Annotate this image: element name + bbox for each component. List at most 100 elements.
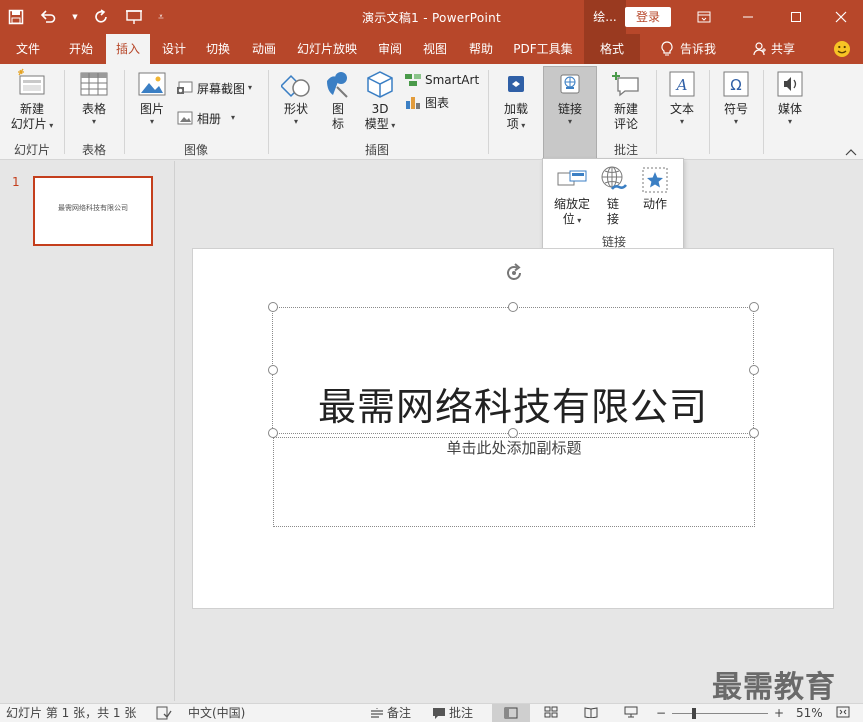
zoom-label-1: 缩放定 bbox=[553, 197, 590, 211]
chevron-down-icon: ▾ bbox=[518, 121, 526, 130]
thumbnail-title-text: 最需网络科技有限公司 bbox=[58, 204, 128, 212]
chevron-down-icon: ▾ bbox=[679, 117, 684, 126]
resize-handle-bottom-left[interactable] bbox=[268, 428, 278, 438]
new-slide-label-2: 幻灯片 ▾ bbox=[10, 117, 54, 131]
shapes-button[interactable]: 形状 ▾ bbox=[276, 68, 316, 127]
watermark: 最需教育 bbox=[712, 670, 836, 705]
zoom-in-button[interactable]: + bbox=[774, 706, 784, 721]
tab-transitions[interactable]: 切换 bbox=[198, 34, 238, 64]
zoom-out-button[interactable]: − bbox=[656, 706, 666, 721]
tab-review[interactable]: 审阅 bbox=[368, 34, 412, 64]
icons-button[interactable]: 图 标 bbox=[320, 68, 356, 132]
resize-handle-bottom[interactable] bbox=[508, 428, 518, 438]
3d-models-label-1: 3D bbox=[371, 102, 389, 116]
zoom-icon bbox=[556, 165, 588, 195]
maximize-button[interactable] bbox=[774, 0, 818, 34]
rotate-handle[interactable] bbox=[503, 262, 525, 284]
notes-button[interactable]: 备注 bbox=[370, 706, 411, 721]
chevron-down-icon: ▾ bbox=[567, 117, 572, 126]
slide-thumbnail-pane: 1 最需网络科技有限公司 bbox=[0, 161, 175, 701]
share-button[interactable]: 共享 bbox=[746, 34, 802, 64]
text-button[interactable]: A 文本 ▾ bbox=[662, 68, 702, 127]
table-button[interactable]: 表格 ▾ bbox=[72, 68, 116, 127]
resize-handle-left[interactable] bbox=[268, 365, 278, 375]
zoom-slider-track[interactable] bbox=[672, 713, 768, 714]
minus-icon: − bbox=[656, 706, 667, 720]
close-icon bbox=[835, 11, 847, 23]
chevron-down-icon: ▾ bbox=[149, 117, 154, 126]
tab-design[interactable]: 设计 bbox=[154, 34, 194, 64]
tab-pdf-tools[interactable]: PDF工具集 bbox=[506, 34, 580, 64]
slide-sorter-button[interactable] bbox=[544, 706, 558, 718]
comments-button[interactable]: 批注 bbox=[432, 706, 473, 721]
links-button[interactable]: 链接 ▾ bbox=[544, 68, 596, 127]
photo-album-button[interactable]: 相册 ▾ bbox=[176, 108, 235, 128]
fit-to-window-button[interactable] bbox=[836, 706, 850, 718]
symbols-button[interactable]: Ω 符号 ▾ bbox=[716, 68, 756, 127]
fit-window-icon bbox=[836, 706, 850, 718]
slide-thumbnail[interactable]: 最需网络科技有限公司 bbox=[33, 176, 153, 246]
language-status[interactable]: 中文(中国) bbox=[188, 706, 245, 721]
chart-button[interactable]: 图表 bbox=[404, 92, 449, 112]
thumbnail-number: 1 bbox=[12, 175, 20, 189]
slide-count-status: 幻灯片 第 1 张，共 1 张 bbox=[6, 706, 137, 720]
zoom-percent[interactable]: 51% bbox=[796, 706, 823, 721]
normal-view-button[interactable] bbox=[492, 704, 530, 722]
add-ins-icon bbox=[500, 68, 532, 100]
collapse-ribbon-button[interactable] bbox=[845, 146, 857, 156]
resize-handle-top[interactable] bbox=[508, 302, 518, 312]
resize-handle-bottom-right[interactable] bbox=[749, 428, 759, 438]
link-button[interactable]: 链 接 bbox=[595, 165, 631, 227]
chevron-down-icon: ▾ bbox=[46, 121, 54, 130]
group-label-slides: 幻灯片 bbox=[13, 143, 50, 157]
tab-view[interactable]: 视图 bbox=[414, 34, 456, 64]
resize-handle-right[interactable] bbox=[749, 365, 759, 375]
media-button[interactable]: 媒体 ▾ bbox=[770, 68, 810, 127]
resize-handle-top-left[interactable] bbox=[268, 302, 278, 312]
login-button[interactable]: 登录 bbox=[625, 7, 671, 27]
resize-handle-top-right[interactable] bbox=[749, 302, 759, 312]
tab-home[interactable]: 开始 bbox=[56, 34, 106, 64]
3d-models-button[interactable]: 3D 模型 ▾ bbox=[360, 68, 400, 132]
chevron-down-icon: ▾ bbox=[574, 216, 582, 225]
ribbon-tabs: 文件 开始 插入 设计 切换 动画 幻灯片放映 审阅 视图 帮助 PDF工具集 … bbox=[0, 34, 863, 64]
minimize-button[interactable] bbox=[726, 0, 770, 34]
notes-label: 备注 bbox=[387, 706, 412, 720]
cube-icon bbox=[364, 68, 396, 100]
zoom-button[interactable]: 缩放定 位 ▾ bbox=[549, 165, 595, 227]
plus-icon: + bbox=[774, 706, 785, 720]
tell-me-search[interactable]: 告诉我 bbox=[650, 34, 726, 64]
table-label: 表格 bbox=[81, 102, 106, 116]
add-ins-label-2: 项 ▾ bbox=[506, 117, 526, 131]
table-icon bbox=[78, 68, 110, 100]
tab-file[interactable]: 文件 bbox=[4, 34, 52, 64]
slide-subtitle-placeholder[interactable]: 单击此处添加副标题 bbox=[273, 438, 755, 458]
reading-view-button[interactable] bbox=[584, 706, 598, 718]
tab-insert[interactable]: 插入 bbox=[106, 34, 150, 64]
new-comment-button[interactable]: 新建 评论 bbox=[604, 68, 648, 132]
text-label: 文本 bbox=[669, 102, 694, 116]
spell-check-button[interactable] bbox=[156, 706, 172, 720]
screenshot-button[interactable]: 屏幕截图 ▾ bbox=[176, 78, 252, 98]
group-label-images: 图像 bbox=[183, 143, 208, 157]
pictures-button[interactable]: 图片 ▾ bbox=[132, 68, 172, 127]
group-separator bbox=[656, 70, 657, 154]
shapes-label: 形状 bbox=[283, 102, 308, 116]
tab-help[interactable]: 帮助 bbox=[460, 34, 502, 64]
chart-label: 图表 bbox=[425, 95, 450, 110]
tab-slideshow[interactable]: 幻灯片放映 bbox=[290, 34, 364, 64]
photo-album-icon bbox=[176, 109, 194, 127]
close-button[interactable] bbox=[819, 0, 863, 34]
tab-animations[interactable]: 动画 bbox=[242, 34, 286, 64]
add-ins-button[interactable]: 加载 项 ▾ bbox=[496, 68, 536, 132]
new-slide-button[interactable]: 新建 幻灯片 ▾ bbox=[6, 68, 58, 132]
slideshow-view-button[interactable] bbox=[624, 706, 638, 718]
smartart-button[interactable]: SmartArt bbox=[404, 70, 479, 90]
feedback-button[interactable] bbox=[828, 34, 856, 64]
group-separator bbox=[763, 70, 764, 154]
tab-format[interactable]: 格式 bbox=[584, 34, 640, 64]
ribbon-display-options-button[interactable] bbox=[682, 0, 726, 34]
zoom-slider-thumb[interactable] bbox=[691, 708, 696, 719]
slide-title[interactable]: 最需网络科技有限公司 bbox=[272, 382, 754, 432]
action-button[interactable]: 动作 bbox=[635, 165, 675, 212]
